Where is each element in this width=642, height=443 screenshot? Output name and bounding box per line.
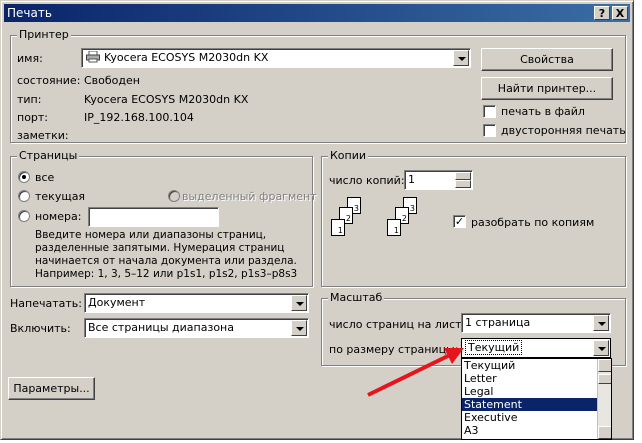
printer-name-label: имя: <box>17 52 43 65</box>
close-button[interactable]: X <box>612 6 628 20</box>
pages-per-sheet-select[interactable]: 1 страница <box>461 313 611 333</box>
collate-checkbox[interactable]: ✓ <box>453 215 466 228</box>
copies-count-input[interactable]: 1 <box>404 170 473 190</box>
pages-selection-radio[interactable] <box>168 190 180 202</box>
scale-to-paper-select[interactable]: Текущий <box>461 338 611 358</box>
paper-option-a3[interactable]: A3 <box>462 424 611 437</box>
pages-all-label: все <box>35 171 55 184</box>
printer-port-value: IP_192.168.100.104 <box>84 111 194 124</box>
spin-up-icon[interactable] <box>455 172 471 180</box>
scale-group-title: Масштаб <box>328 291 385 305</box>
print-dialog: Печать ? X Принтер имя: Kyocera ECOSYS M… <box>0 0 634 440</box>
copies-group-title: Копии <box>328 149 369 163</box>
include-label: Включить: <box>10 322 71 335</box>
print-what-select[interactable]: Документ <box>84 293 309 313</box>
find-printer-button[interactable]: Найти принтер... <box>481 77 613 100</box>
paper-option-statement[interactable]: Statement <box>462 398 611 411</box>
include-select[interactable]: Все страницы диапазона <box>84 318 309 338</box>
printer-status-value: Свободен <box>84 74 140 87</box>
params-button[interactable]: Параметры... <box>8 377 95 400</box>
paper-list-scrollbar[interactable] <box>597 359 611 439</box>
window-title: Печать <box>7 6 52 20</box>
print-what-label: Напечатать: <box>10 297 82 310</box>
chevron-down-icon[interactable] <box>453 50 469 66</box>
printer-notes-label: заметки: <box>17 129 69 142</box>
pages-selection-label: выделенный фрагмент <box>182 190 317 203</box>
print-what-value: Документ <box>88 296 146 309</box>
pages-all-radio[interactable] <box>18 171 30 183</box>
pages-current-radio[interactable] <box>18 190 30 202</box>
pages-group-title: Страницы <box>17 149 80 163</box>
chevron-down-icon[interactable] <box>593 315 609 331</box>
print-to-file-checkbox[interactable] <box>483 105 496 118</box>
pages-numbers-label: номера: <box>35 210 82 223</box>
pages-numbers-radio[interactable] <box>18 210 30 222</box>
include-value: Все страницы диапазона <box>88 321 234 334</box>
paper-option-letter[interactable]: Letter <box>462 372 611 385</box>
chevron-down-icon[interactable] <box>291 295 307 311</box>
pages-hint: Введите номера или диапазоны страниц, ра… <box>35 229 298 280</box>
scroll-down-icon[interactable] <box>598 426 611 439</box>
paper-option-current[interactable]: Текущий <box>462 359 611 372</box>
collate-page-1a: 1 <box>331 219 345 236</box>
pages-numbers-input[interactable] <box>88 207 219 227</box>
scale-to-paper-value: Текущий <box>465 340 523 355</box>
duplex-label: двусторонняя печать <box>501 124 626 137</box>
collate-page-1b: 1 <box>387 219 401 236</box>
chevron-down-icon[interactable] <box>291 320 307 336</box>
printer-name-select[interactable]: Kyocera ECOSYS M2030dn KX <box>81 48 471 68</box>
annotation-arrow-icon <box>367 348 464 397</box>
help-button[interactable]: ? <box>594 6 610 20</box>
printer-type-value: Kyocera ECOSYS M2030dn KX <box>84 93 249 106</box>
scroll-thumb[interactable] <box>598 374 611 384</box>
paper-option-legal[interactable]: Legal <box>462 385 611 398</box>
pages-per-sheet-value: 1 страница <box>465 316 531 329</box>
printer-group-title: Принтер <box>17 28 71 42</box>
copies-count-value: 1 <box>408 173 415 186</box>
scroll-up-icon[interactable] <box>598 359 611 372</box>
printer-icon <box>86 50 100 63</box>
printer-status-label: состояние: <box>17 74 81 87</box>
pages-per-sheet-label: число страниц на листе: <box>329 318 472 331</box>
copies-count-label: число копий: <box>329 174 405 187</box>
spin-down-icon[interactable] <box>455 180 471 188</box>
duplex-checkbox[interactable] <box>483 124 496 137</box>
printer-type-label: тип: <box>17 93 42 106</box>
title-bar: Печать ? X <box>4 4 630 22</box>
printer-port-label: порт: <box>17 111 49 124</box>
pages-current-label: текущая <box>35 190 86 203</box>
properties-button[interactable]: Свойства <box>481 48 613 71</box>
printer-name-value: Kyocera ECOSYS M2030dn KX <box>104 51 269 64</box>
paper-size-list[interactable]: Текущий Letter Legal Statement Executive… <box>461 358 612 440</box>
paper-option-executive[interactable]: Executive <box>462 411 611 424</box>
chevron-down-icon[interactable] <box>593 340 609 356</box>
collate-label: разобрать по копиям <box>471 216 595 229</box>
print-to-file-label: печать в файл <box>501 105 585 118</box>
